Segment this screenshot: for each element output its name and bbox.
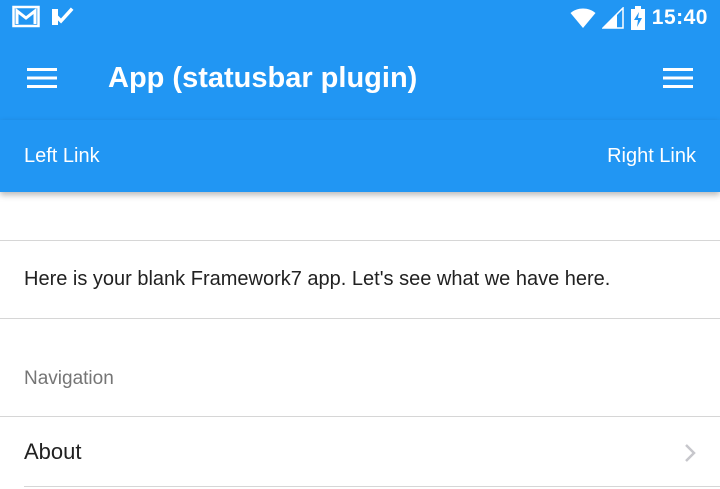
wifi-icon <box>570 8 596 28</box>
menu-icon[interactable] <box>26 66 58 90</box>
divider <box>0 240 720 241</box>
status-bar-time: 15:40 <box>651 6 708 29</box>
page-title: App (statusbar plugin) <box>108 62 418 94</box>
battery-charging-icon <box>630 6 645 30</box>
gmail-icon <box>12 5 40 28</box>
tasks-check-icon <box>52 7 74 25</box>
list-item-about[interactable]: About <box>0 417 720 487</box>
divider <box>0 318 720 319</box>
page-content: Here is your blank Framework7 app. Let's… <box>0 192 720 489</box>
cell-signal-icon <box>601 7 624 29</box>
status-bar-left-icons <box>12 5 74 29</box>
navbar: App (statusbar plugin) <box>0 36 720 120</box>
left-link[interactable]: Left Link <box>24 142 100 170</box>
list-item-label: About <box>24 439 82 464</box>
toolbar: Left Link Right Link <box>0 120 720 192</box>
menu-icon[interactable] <box>662 66 694 90</box>
chevron-right-icon <box>685 444 696 462</box>
right-link[interactable]: Right Link <box>607 142 696 170</box>
section-title-navigation: Navigation <box>24 368 114 389</box>
list-item-divider <box>24 486 720 487</box>
status-bar-right-icons: 15:40 <box>570 5 708 31</box>
intro-text: Here is your blank Framework7 app. Let's… <box>24 268 611 290</box>
status-bar: 15:40 <box>0 0 720 36</box>
